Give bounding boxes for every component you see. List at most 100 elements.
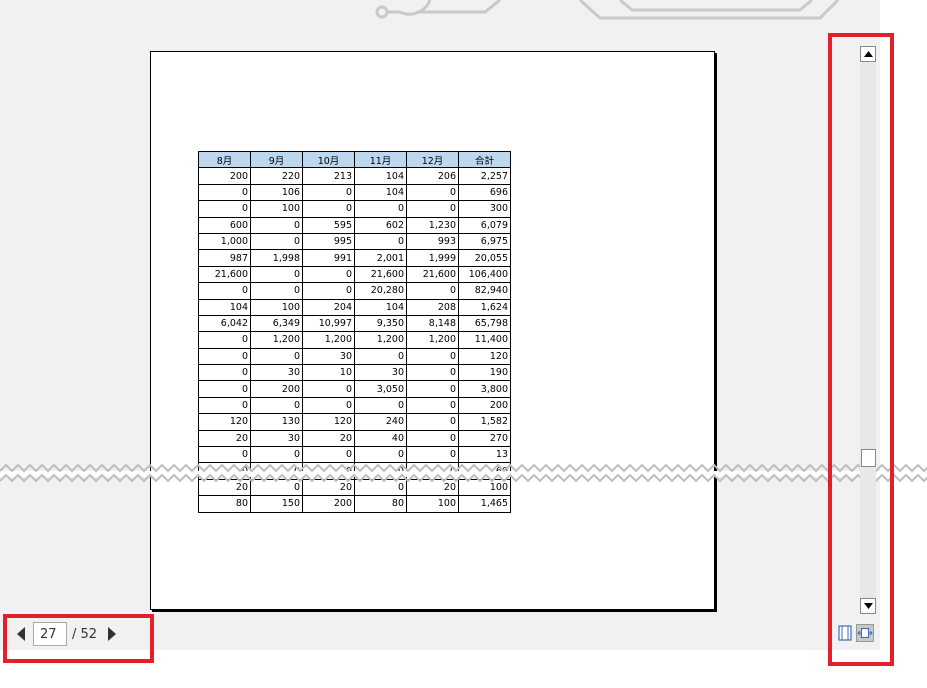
table-row: 20 30 20 40 0 270 <box>198 429 511 448</box>
prev-page-button[interactable] <box>14 625 28 643</box>
table-cell: 21,600 <box>354 265 407 284</box>
table-cell: 1,624 <box>458 298 511 316</box>
table-row: 0 0 0 0 0 200 <box>198 396 511 415</box>
table-row: 104 100 204 104 208 1,624 <box>198 298 511 316</box>
page-number-input[interactable] <box>33 622 67 646</box>
table-cell: 0 <box>354 200 407 218</box>
column-header: 8月 <box>198 150 251 169</box>
table-cell: 0 <box>198 282 251 300</box>
table-cell: 6,975 <box>458 232 511 251</box>
table-cell: 1,200 <box>302 331 355 349</box>
table-cell: 602 <box>354 216 407 234</box>
circuit-decoration <box>375 0 840 20</box>
table-cell: 0 <box>250 396 303 415</box>
table-cell: 82,940 <box>458 282 511 300</box>
table-cell: 240 <box>354 413 407 431</box>
table-cell: 65,798 <box>458 314 511 333</box>
table-cell: 80 <box>198 495 251 513</box>
table-cell: 0 <box>406 282 459 300</box>
table-cell: 0 <box>250 347 303 366</box>
table-cell: 1,000 <box>198 232 251 251</box>
table-cell: 0 <box>354 478 407 497</box>
table-cell: 1,200 <box>250 331 303 349</box>
table-cell: 104 <box>354 298 407 316</box>
table-cell: 595 <box>302 216 355 234</box>
table-row: 0 30 10 30 0 190 <box>198 364 511 382</box>
scroll-down-button[interactable] <box>860 598 876 614</box>
table-cell: 0 <box>250 232 303 251</box>
table-cell: 120 <box>198 413 251 431</box>
table-cell: 0 <box>354 347 407 366</box>
table-cell: 200 <box>250 380 303 398</box>
table-row: 0 0 0 0 0 13 <box>198 446 511 464</box>
table-cell: 0 <box>198 347 251 366</box>
table-cell: 100 <box>250 200 303 218</box>
table-cell: 0 <box>302 265 355 284</box>
table-cell: 0 <box>406 364 459 382</box>
table-cell: 6,042 <box>198 314 251 333</box>
table-cell: 200 <box>458 396 511 415</box>
column-header: 9月 <box>250 150 303 169</box>
table-cell: 20 <box>406 478 459 497</box>
table-row: 0 200 0 3,050 0 3,800 <box>198 380 511 398</box>
table-cell: 150 <box>250 495 303 513</box>
table-cell: 60 <box>458 462 511 480</box>
table-cell: 1,999 <box>406 249 459 267</box>
table-cell: 1,230 <box>406 216 459 234</box>
table-cell: 30 <box>250 429 303 448</box>
table-cell: 600 <box>198 216 251 234</box>
table-cell: 80 <box>354 495 407 513</box>
table-cell: 8,148 <box>406 314 459 333</box>
table-row: 0 1,200 1,200 1,200 1,200 11,400 <box>198 331 511 349</box>
next-page-button[interactable] <box>105 625 119 643</box>
scroll-thumb[interactable] <box>861 449 876 467</box>
table-cell: 104 <box>354 183 407 202</box>
table-cell: 1,200 <box>354 331 407 349</box>
table-cell: 30 <box>250 364 303 382</box>
table-cell: 0 <box>198 331 251 349</box>
table-cell: 0 <box>406 200 459 218</box>
table-cell: 0 <box>406 183 459 202</box>
triangle-right-icon <box>108 627 117 641</box>
view-mode-toolbar <box>836 624 880 644</box>
table-cell: 20 <box>302 478 355 497</box>
table-cell: 208 <box>406 298 459 316</box>
table-cell: 987 <box>198 249 251 267</box>
table-cell: 0 <box>302 396 355 415</box>
table-cell: 104 <box>354 167 407 185</box>
scroll-up-button[interactable] <box>860 46 876 62</box>
table-cell: 2,001 <box>354 249 407 267</box>
table-cell: 0 <box>198 200 251 218</box>
table-cell: 696 <box>458 183 511 202</box>
table-cell: 0 <box>406 380 459 398</box>
column-header: 合計 <box>458 150 511 169</box>
table-cell: 1,200 <box>406 331 459 349</box>
table-cell: 0 <box>250 216 303 234</box>
table-cell: 0 <box>302 200 355 218</box>
table-cell: 213 <box>302 167 355 185</box>
fit-page-icon[interactable] <box>836 624 854 642</box>
column-header: 10月 <box>302 150 355 169</box>
table-cell: 20 <box>198 429 251 448</box>
table-row: 21,600 0 0 21,600 21,600 106,400 <box>198 265 511 284</box>
table-cell: 2,257 <box>458 167 511 185</box>
table-cell: 0 <box>198 183 251 202</box>
table-row: 0 0 0 20,280 0 82,940 <box>198 282 511 300</box>
table-cell: 0 <box>406 396 459 415</box>
column-header: 11月 <box>354 150 407 169</box>
table-cell: 10 <box>302 364 355 382</box>
table-cell: 120 <box>458 347 511 366</box>
table-cell: 0 <box>354 232 407 251</box>
table-cell: 9,350 <box>354 314 407 333</box>
table-cell: 130 <box>250 413 303 431</box>
table-cell: 120 <box>302 413 355 431</box>
table-cell: 100 <box>250 298 303 316</box>
vertical-scrollbar[interactable] <box>860 46 876 614</box>
table-cell: 21,600 <box>198 265 251 284</box>
table-cell: 13 <box>458 446 511 464</box>
fit-width-icon[interactable] <box>856 624 874 642</box>
table-cell: 20 <box>198 478 251 497</box>
table-cell: 30 <box>354 364 407 382</box>
table-cell: 0 <box>198 364 251 382</box>
table-cell: 0 <box>406 347 459 366</box>
